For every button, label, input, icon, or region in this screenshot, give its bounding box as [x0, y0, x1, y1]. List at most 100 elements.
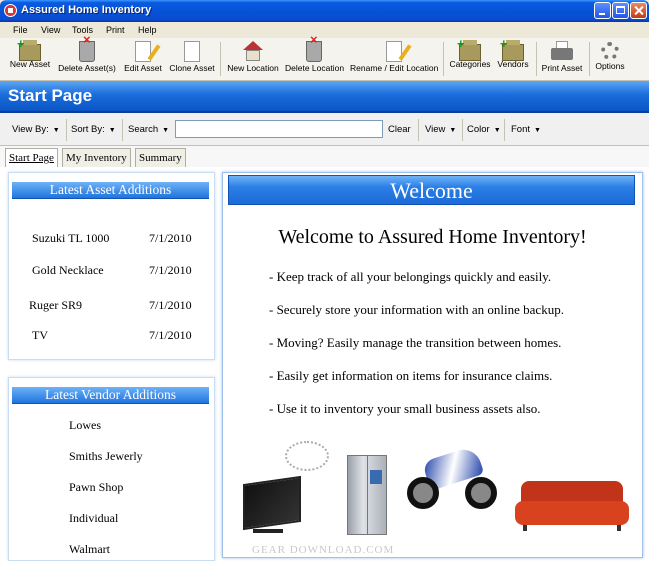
vendor-item[interactable]: Individual: [69, 511, 118, 526]
welcome-title: Welcome: [390, 178, 473, 203]
maximize-button[interactable]: [612, 2, 629, 19]
welcome-header: Welcome: [228, 175, 635, 205]
asset-name[interactable]: Ruger SR9: [29, 298, 82, 313]
menu-help[interactable]: Help: [138, 25, 157, 35]
new-asset-icon: [17, 36, 41, 61]
options-button[interactable]: Options: [594, 40, 626, 78]
asset-date: 7/1/2010: [149, 263, 192, 277]
feature-bullet: - Keep track of all your belongings quic…: [269, 269, 552, 284]
close-button[interactable]: [630, 2, 647, 19]
latest-assets-panel: Latest Asset Additions Suzuki TL 1000 7/…: [8, 172, 215, 360]
refrigerator-image: [347, 455, 387, 535]
menu-print[interactable]: Print: [106, 25, 125, 35]
filter-separator: [122, 119, 123, 141]
asset-date: 7/1/2010: [149, 231, 192, 245]
filter-separator: [418, 119, 419, 141]
page-banner: Start Page: [0, 81, 649, 113]
print-asset-button[interactable]: Print Asset: [541, 40, 583, 78]
categories-icon: [457, 36, 481, 61]
tab-my-inventory[interactable]: My Inventory: [62, 148, 131, 167]
sofa-image: [515, 481, 629, 531]
page-title: Start Page: [8, 86, 93, 105]
font-dropdown[interactable]: Font ▼: [511, 124, 541, 135]
filter-separator: [462, 119, 463, 141]
view-dropdown[interactable]: View ▼: [425, 124, 456, 135]
feature-bullet: - Use it to inventory your small busines…: [269, 401, 541, 416]
sort-by-dropdown[interactable]: Sort By: ▼: [71, 124, 116, 135]
toolbar-separator: [589, 42, 590, 76]
tab-start-page[interactable]: Start Page: [5, 148, 58, 167]
house-icon: [243, 41, 263, 62]
clone-asset-label: Clone Asset: [169, 63, 215, 73]
chevron-down-icon: ▼: [534, 127, 541, 134]
feature-bullet: - Securely store your information with a…: [269, 302, 564, 317]
vendor-item[interactable]: Pawn Shop: [69, 480, 123, 495]
delete-location-button[interactable]: Delete Location: [285, 32, 344, 78]
watermark: GEAR DOWNLOAD.COM: [252, 544, 395, 556]
new-location-button[interactable]: New Location: [227, 40, 279, 78]
window-title: Assured Home Inventory: [21, 4, 152, 16]
categories-button[interactable]: Categories: [449, 36, 491, 78]
chevron-down-icon: ▼: [493, 127, 501, 134]
delete-assets-button[interactable]: Delete Asset(s): [57, 32, 117, 78]
clone-icon: [184, 41, 200, 62]
latest-assets-title: Latest Asset Additions: [49, 182, 172, 197]
tab-strip: Start Page My Inventory Summary: [0, 146, 649, 167]
app-icon: [4, 4, 17, 17]
rename-icon: [386, 41, 402, 62]
panel-header: Latest Vendor Additions: [12, 387, 209, 404]
edit-asset-button[interactable]: Edit Asset: [122, 40, 164, 78]
asset-name[interactable]: Gold Necklace: [32, 263, 104, 278]
printer-icon: [551, 41, 573, 62]
toolbar-separator: [536, 42, 537, 76]
toolbar: New Asset Delete Asset(s) Edit Asset Clo…: [0, 32, 649, 81]
toolbar-separator: [443, 42, 444, 76]
clear-button[interactable]: Clear: [388, 124, 411, 135]
print-asset-label: Print Asset: [541, 63, 583, 73]
chevron-down-icon: ▼: [108, 127, 116, 134]
delete-assets-label: Delete Asset(s): [58, 63, 116, 73]
asset-date: 7/1/2010: [149, 328, 192, 342]
feature-bullet: - Moving? Easily manage the transition b…: [269, 335, 562, 350]
minimize-button[interactable]: [594, 2, 611, 19]
color-dropdown[interactable]: Color ▼: [467, 124, 501, 135]
panel-header: Latest Asset Additions: [12, 182, 209, 199]
asset-name[interactable]: Suzuki TL 1000: [32, 231, 109, 246]
latest-vendors-title: Latest Vendor Additions: [45, 387, 176, 402]
delete-location-icon: [306, 32, 322, 62]
chevron-down-icon: ▼: [449, 127, 457, 134]
new-location-label: New Location: [227, 63, 279, 73]
chevron-down-icon: ▼: [52, 127, 60, 134]
rename-location-label: Rename / Edit Location: [350, 63, 439, 73]
necklace-image: [285, 441, 329, 471]
asset-date: 7/1/2010: [149, 298, 192, 312]
filter-separator: [66, 119, 67, 141]
search-input[interactable]: [175, 120, 383, 138]
filter-bar: View By: ▼ Sort By: ▼ Search ▼ Clear View ▼ …: [0, 113, 649, 146]
title-bar: Assured Home Inventory: [0, 0, 649, 22]
welcome-panel: Welcome Welcome to Assured Home Inventor…: [222, 172, 643, 558]
menu-file[interactable]: File: [13, 25, 28, 35]
vendors-button[interactable]: Vendors: [496, 36, 530, 78]
edit-asset-label: Edit Asset: [124, 63, 162, 73]
vendor-item[interactable]: Walmart: [69, 542, 110, 557]
filter-separator: [504, 119, 505, 141]
vendor-item[interactable]: Smiths Jewerly: [69, 449, 143, 464]
menu-view[interactable]: View: [41, 25, 60, 35]
rename-location-button[interactable]: Rename / Edit Location: [350, 40, 438, 78]
options-label: Options: [595, 61, 625, 71]
edit-icon: [135, 41, 151, 62]
gear-icon: [601, 42, 619, 60]
menu-bar: File View Tools Print Help: [0, 22, 649, 38]
view-by-dropdown[interactable]: View By: ▼: [12, 124, 60, 135]
search-dropdown[interactable]: Search ▼: [128, 124, 169, 135]
asset-name[interactable]: TV: [32, 328, 48, 343]
clone-asset-button[interactable]: Clone Asset: [169, 40, 215, 78]
new-asset-button[interactable]: New Asset: [8, 36, 52, 78]
vendor-item[interactable]: Lowes: [69, 418, 101, 433]
tv-image: [243, 475, 301, 534]
welcome-heading: Welcome to Assured Home Inventory!: [278, 226, 587, 248]
tab-summary[interactable]: Summary: [135, 148, 186, 167]
motorcycle-image: [405, 443, 497, 511]
toolbar-separator: [220, 42, 221, 76]
